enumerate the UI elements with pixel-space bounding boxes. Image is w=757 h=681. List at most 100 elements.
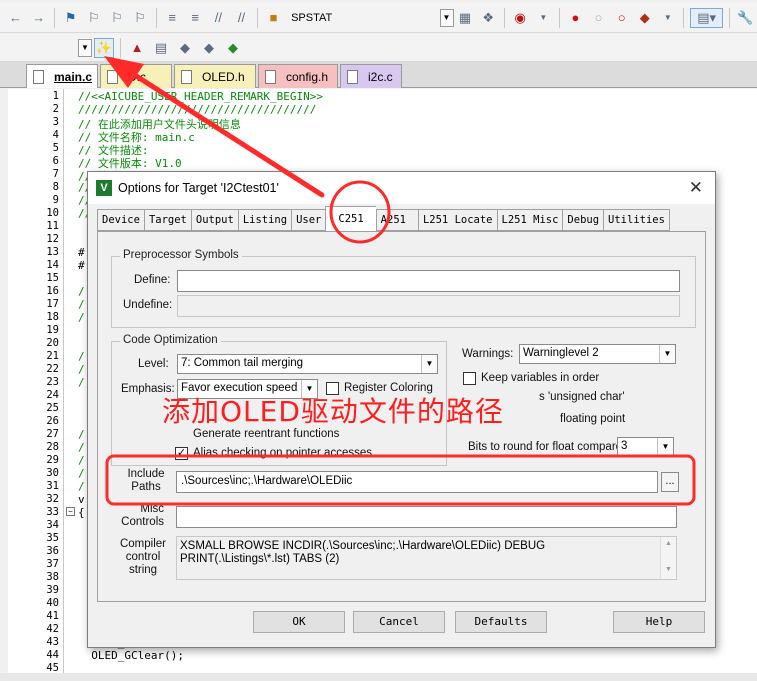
- kill-breakpoints-icon[interactable]: ○: [612, 8, 631, 28]
- window-layout-icon[interactable]: ▤▾: [690, 7, 723, 28]
- target-options-icon[interactable]: ✨: [94, 37, 114, 58]
- file-extensions-icon[interactable]: ▤: [151, 38, 171, 58]
- include-paths-input[interactable]: .\Sources\inc;.\Hardware\OLEDiic: [176, 471, 658, 493]
- level-select[interactable]: 7: Common tail merging ▼: [177, 354, 438, 374]
- back-arrow-icon[interactable]: ←: [6, 8, 25, 28]
- line-number: 18: [46, 311, 59, 323]
- warnings-select[interactable]: Warninglevel 2 ▼: [519, 344, 676, 364]
- close-icon[interactable]: ✕: [689, 178, 703, 198]
- build-target-combo[interactable]: ▼: [10, 38, 92, 58]
- forward-arrow-icon[interactable]: →: [29, 8, 48, 28]
- line-number: 19: [46, 324, 59, 336]
- tab-l251-locate[interactable]: L251 Locate: [417, 209, 497, 231]
- tab-listing[interactable]: Listing: [237, 209, 292, 231]
- tab-label: main.c: [54, 69, 93, 84]
- tab-output[interactable]: Output: [190, 209, 238, 231]
- horizontal-scrollbar[interactable]: [0, 673, 757, 681]
- tab-l251-misc[interactable]: L251 Misc: [496, 209, 563, 231]
- line-number: 7: [52, 168, 59, 180]
- tab-config-h[interactable]: config.h: [258, 64, 338, 88]
- unindent-icon[interactable]: ≡: [186, 8, 205, 28]
- ok-button[interactable]: OK: [253, 611, 345, 633]
- bookmark-flag-icon[interactable]: ⚑: [61, 8, 80, 28]
- code-line: /: [78, 454, 85, 467]
- indent-icon[interactable]: ≡: [163, 8, 182, 28]
- build-toolbar: ▼ ✨ ▲ ▤ ◆ ◆ ◆: [0, 34, 757, 62]
- chevron-down-icon[interactable]: ▼: [658, 8, 677, 28]
- undefine-input: [177, 295, 680, 317]
- bits-round-select[interactable]: 3 ▼: [617, 437, 674, 457]
- tab-main-c[interactable]: main.c: [26, 64, 98, 88]
- tab-target[interactable]: Target: [143, 209, 191, 231]
- find-in-files-icon[interactable]: ■: [264, 8, 283, 28]
- code-line: OLED_GClear();: [78, 649, 184, 662]
- enable-breakpoints-icon[interactable]: ◆: [635, 8, 654, 28]
- insight-icon[interactable]: ▦: [456, 8, 475, 28]
- fold-toggle-icon[interactable]: −: [66, 507, 75, 516]
- unsigned-char-label: s 'unsigned char': [539, 391, 625, 403]
- pack-installer-icon[interactable]: ◆: [199, 38, 219, 58]
- target-combo-value: SPSTAT: [291, 11, 333, 24]
- line-number: 38: [46, 571, 59, 583]
- tab-device[interactable]: Device: [97, 209, 144, 231]
- line-number: 14: [46, 259, 59, 271]
- run-environment-icon[interactable]: ◆: [223, 38, 243, 58]
- prev-bookmark-icon[interactable]: ⚐: [84, 8, 103, 28]
- code-line: /: [78, 285, 85, 298]
- tab-d-c[interactable]: D.c: [100, 64, 172, 88]
- manage-project-icon[interactable]: ▲: [127, 38, 147, 58]
- line-number: 43: [46, 636, 59, 648]
- cancel-button[interactable]: Cancel: [353, 611, 445, 633]
- uncomment-icon[interactable]: //: [232, 8, 251, 28]
- define-input[interactable]: [177, 270, 680, 292]
- next-bookmark-icon[interactable]: ⚐: [107, 8, 126, 28]
- toolbar-separator: [120, 37, 121, 58]
- line-number: 36: [46, 545, 59, 557]
- tab-c251[interactable]: C251: [325, 206, 376, 231]
- code-line: /: [78, 298, 85, 311]
- tab-i2c-c[interactable]: i2c.c: [340, 64, 402, 88]
- include-paths-browse-button[interactable]: ...: [661, 472, 679, 492]
- chevron-down-icon[interactable]: ▼: [421, 355, 437, 373]
- tab-label: OLED.h: [202, 69, 245, 84]
- comment-icon[interactable]: //: [209, 8, 228, 28]
- line-number: 24: [46, 389, 59, 401]
- alias-checking-checkbox[interactable]: ✓: [175, 447, 188, 460]
- chevron-down-icon[interactable]: ▼: [534, 8, 553, 28]
- code-line: /: [78, 311, 85, 324]
- misc-controls-label: Misc Controls: [118, 503, 164, 529]
- line-number: 8: [52, 181, 59, 193]
- misc-controls-input[interactable]: [176, 506, 677, 528]
- disable-breakpoint-icon[interactable]: ○: [589, 8, 608, 28]
- tab-debug[interactable]: Debug: [562, 209, 604, 231]
- compiler-string-scrollbar[interactable]: ▲ ▼: [660, 537, 676, 579]
- tab-oled-h[interactable]: OLED.h: [174, 64, 256, 88]
- wrench-icon[interactable]: 🔧: [736, 8, 755, 28]
- dialog-title-bar[interactable]: V Options for Target 'I2Ctest01' ✕: [88, 172, 715, 204]
- target-combo[interactable]: SPSTAT ▼: [291, 8, 454, 28]
- defaults-button[interactable]: Defaults: [455, 611, 547, 633]
- debug-session-icon[interactable]: ◉: [511, 8, 530, 28]
- main-toolbar: ← → ⚑ ⚐ ⚐ ⚐ ≡ ≡ // // ■ SPSTAT ▼ ▦ ❖ ◉ ▼…: [0, 3, 757, 33]
- tab-user[interactable]: User: [291, 209, 326, 231]
- line-number: 44: [46, 649, 59, 661]
- tab-utilities[interactable]: Utilities: [603, 209, 670, 231]
- select-packs-icon[interactable]: ◆: [175, 38, 195, 58]
- toolbar-separator: [683, 7, 685, 28]
- breakpoint-icon[interactable]: ●: [566, 8, 585, 28]
- chevron-down-icon[interactable]: ▼: [439, 8, 454, 27]
- include-label-line1: Include: [127, 468, 165, 480]
- chevron-down-icon[interactable]: ▼: [78, 38, 92, 57]
- line-number: 11: [46, 220, 59, 232]
- config-icon[interactable]: ❖: [479, 8, 498, 28]
- line-number: 20: [46, 337, 59, 349]
- line-number: 13: [46, 246, 59, 258]
- help-button[interactable]: Help: [613, 611, 705, 633]
- chevron-down-icon[interactable]: ▼: [659, 345, 675, 363]
- chevron-down-icon[interactable]: ▼: [657, 438, 673, 456]
- clear-bookmarks-icon[interactable]: ⚐: [131, 8, 150, 28]
- keep-variables-checkbox[interactable]: [463, 372, 476, 385]
- tab-a251[interactable]: A251: [375, 209, 418, 231]
- compiler-string-box[interactable]: XSMALL BROWSE INCDIR(.\Sources\inc;.\Har…: [176, 536, 677, 580]
- line-number: 5: [52, 142, 59, 154]
